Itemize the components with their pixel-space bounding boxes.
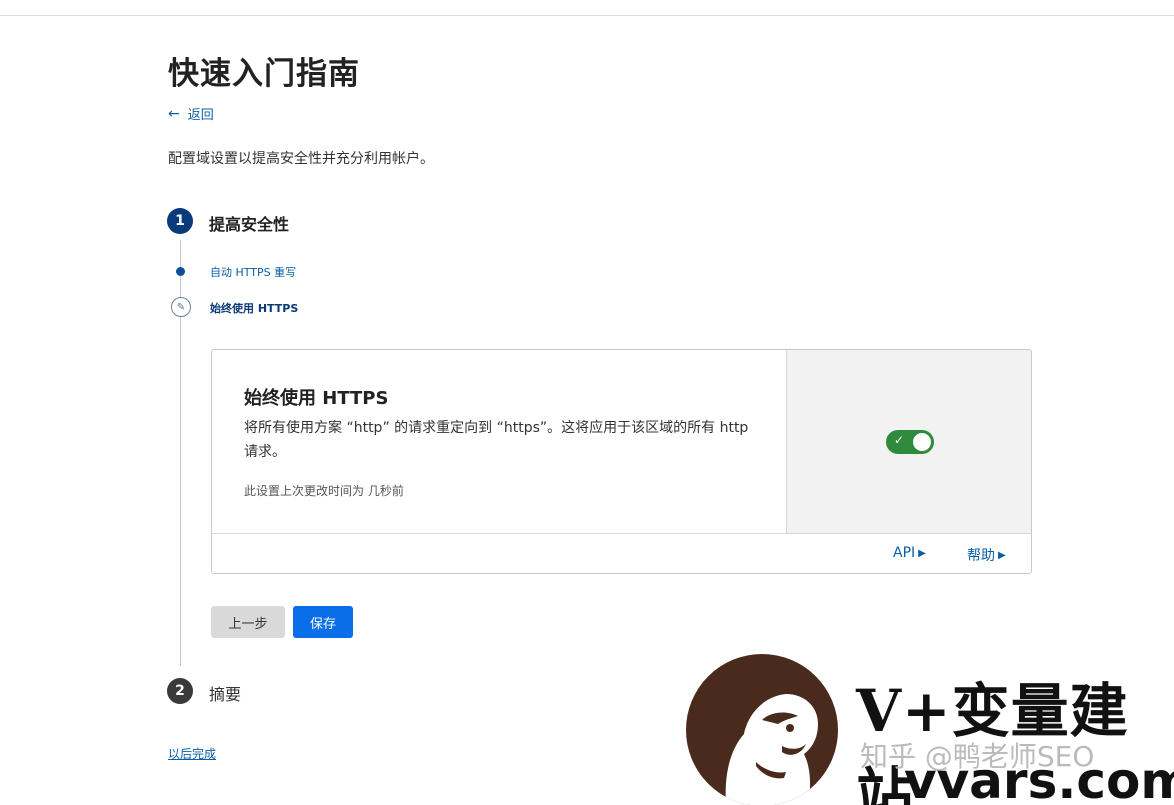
back-link[interactable]: ← 返回: [168, 104, 214, 124]
caret-right-icon: ▶: [918, 547, 926, 559]
setting-card-title: 始终使用 HTTPS: [244, 388, 389, 409]
step-2-number: 2: [167, 678, 193, 704]
setting-card-footer: API ▶ 帮助 ▶: [212, 533, 1031, 573]
arrow-left-icon: ←: [168, 105, 180, 122]
step-2-title: 摘要: [209, 685, 242, 704]
back-link-label: 返回: [187, 108, 214, 123]
gorilla-logo-icon: [686, 654, 838, 805]
top-bar: [0, 0, 1174, 16]
save-button[interactable]: 保存: [293, 606, 353, 638]
finish-later-link[interactable]: 以后完成: [168, 745, 216, 762]
substep-always-use-https[interactable]: 始终使用 HTTPS: [210, 300, 298, 316]
setting-card-body: 始终使用 HTTPS 将所有使用方案 “http” 的请求重定向到 “https…: [212, 350, 786, 533]
api-link[interactable]: API ▶: [893, 545, 926, 561]
help-link-label: 帮助: [967, 548, 995, 564]
substep-current-pencil-icon: ✎: [171, 297, 191, 317]
always-https-toggle[interactable]: ✓: [886, 430, 934, 454]
help-link[interactable]: 帮助 ▶: [967, 545, 1006, 565]
substep-auto-https-rewrite[interactable]: 自动 HTTPS 重写: [210, 264, 296, 280]
step-1-number: 1: [167, 208, 193, 234]
setting-card: 始终使用 HTTPS 将所有使用方案 “http” 的请求重定向到 “https…: [211, 349, 1032, 574]
api-link-label: API: [893, 545, 916, 561]
previous-step-button[interactable]: 上一步: [211, 606, 285, 638]
substep-completed-dot: [176, 267, 185, 276]
page-title: 快速入门指南: [168, 56, 360, 92]
watermark-url: vvars.com: [904, 752, 1174, 805]
check-icon: ✓: [894, 433, 905, 447]
step-1-title: 提高安全性: [209, 215, 290, 234]
setting-card-control-panel: ✓: [786, 350, 1031, 533]
page-description: 配置域设置以提高安全性并充分利用帐户。: [168, 151, 434, 167]
setting-card-description: 将所有使用方案 “http” 的请求重定向到 “https”。这将应用于该区域的…: [244, 420, 749, 460]
setting-card-last-changed: 此设置上次更改时间为 几秒前: [244, 484, 404, 498]
caret-right-icon: ▶: [998, 549, 1006, 561]
toggle-knob: [913, 433, 931, 451]
